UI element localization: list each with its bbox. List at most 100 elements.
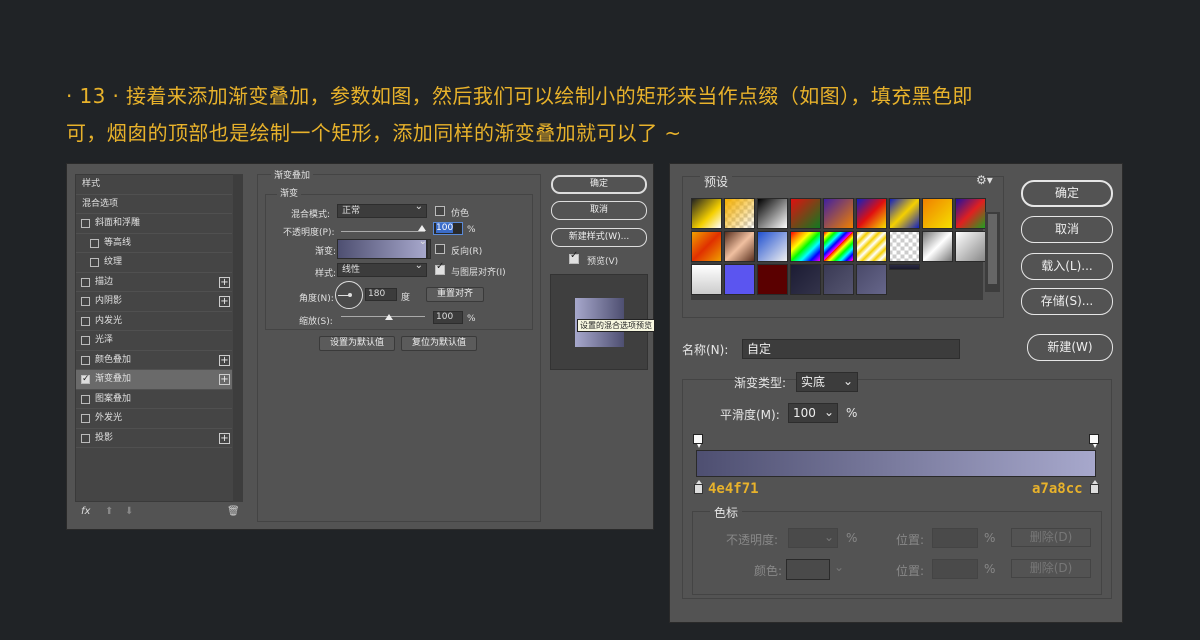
style-item-checkbox[interactable] [90, 258, 99, 267]
reverse-checkbox[interactable] [435, 244, 445, 254]
stop-color-swatch[interactable] [786, 559, 830, 580]
scale-input[interactable]: 100 [433, 311, 463, 324]
preset-swatch[interactable] [790, 198, 821, 229]
scale-slider[interactable] [341, 316, 425, 317]
blend-options-item[interactable]: 混合选项 [76, 195, 232, 214]
style-item[interactable]: 内发光 [76, 312, 232, 331]
smooth-input[interactable]: 100 ⌄ [788, 403, 838, 423]
style-item[interactable]: 内阴影 + [76, 292, 232, 312]
add-effect-icon[interactable]: + [219, 432, 230, 444]
style-item-checkbox[interactable] [81, 433, 90, 443]
style-item[interactable]: 外发光 [76, 409, 232, 429]
style-item[interactable]: 图案叠加 [76, 390, 232, 409]
scale-slider-thumb[interactable] [385, 314, 393, 320]
opacity-stop-left[interactable] [693, 434, 703, 448]
delete-color-stop-button[interactable]: 删除(D) [1011, 559, 1091, 578]
reset-default-button[interactable]: 复位为默认值 [401, 336, 477, 351]
ok-button[interactable]: 确定 [1021, 180, 1113, 207]
name-input[interactable]: 自定 [742, 339, 960, 359]
style-item-checkbox[interactable] [81, 355, 90, 365]
preset-swatch[interactable] [790, 264, 821, 295]
style-item[interactable]: 纹理 [76, 253, 232, 273]
move-down-icon[interactable]: ⬇ [125, 506, 133, 517]
preset-swatch[interactable] [757, 264, 788, 295]
gradient-picker-arrow[interactable] [419, 236, 431, 259]
preset-swatch[interactable] [691, 264, 722, 295]
style-item-checkbox[interactable] [81, 370, 90, 389]
preset-swatch[interactable] [922, 231, 953, 262]
style-item-checkbox[interactable] [81, 414, 90, 423]
preset-swatch[interactable] [889, 198, 920, 229]
style-select[interactable]: 线性 [337, 260, 427, 277]
style-item[interactable]: 渐变叠加 + [76, 370, 232, 390]
trash-icon[interactable]: 🗑 [227, 506, 240, 517]
opacity-input[interactable]: 100 [433, 222, 463, 235]
dither-checkbox[interactable] [435, 206, 445, 216]
load-button[interactable]: 载入(L)... [1021, 253, 1113, 280]
opacity-stop-right[interactable] [1089, 434, 1099, 448]
preset-swatch[interactable] [724, 198, 755, 229]
preset-swatch[interactable] [823, 264, 854, 295]
preset-swatch[interactable] [955, 198, 986, 229]
style-item[interactable]: 等高线 [76, 234, 232, 253]
angle-dial[interactable] [335, 281, 363, 309]
preset-scrollbar[interactable] [985, 212, 1000, 292]
preset-swatch[interactable] [724, 231, 755, 262]
new-style-button[interactable]: 新建样式(W)... [551, 228, 647, 247]
gear-icon[interactable]: ⚙▾ [976, 173, 993, 187]
add-effect-icon[interactable]: + [219, 276, 230, 288]
reset-align-button[interactable]: 重置对齐 [426, 287, 484, 302]
style-item[interactable]: 光泽 [76, 331, 232, 351]
ok-button[interactable]: 确定 [551, 175, 647, 194]
blend-mode-select[interactable]: 正常 [337, 201, 427, 218]
style-item-checkbox[interactable] [81, 316, 90, 326]
preset-swatch[interactable] [691, 231, 722, 262]
preset-swatch[interactable] [823, 231, 854, 262]
type-select[interactable]: 实底 ⌄ [796, 372, 858, 392]
preset-swatch[interactable] [922, 198, 953, 229]
opacity-slider-thumb[interactable] [418, 225, 426, 231]
stop-color-dropdown-icon[interactable]: ⌄ [834, 560, 844, 574]
gradient-swatch[interactable] [337, 239, 427, 259]
preview-checkbox[interactable] [569, 250, 579, 264]
fx-button[interactable]: fx [81, 506, 90, 517]
preset-swatch[interactable] [856, 264, 887, 295]
preset-swatch[interactable] [856, 198, 887, 229]
preset-swatch[interactable] [889, 264, 920, 270]
style-item[interactable]: 斜面和浮雕 [76, 214, 232, 234]
stop-opacity-location-input[interactable] [932, 528, 978, 548]
style-item-checkbox[interactable] [81, 277, 90, 287]
style-item-checkbox[interactable] [81, 394, 90, 404]
style-item[interactable]: 描边 + [76, 273, 232, 292]
align-layer-checkbox[interactable] [435, 261, 445, 275]
color-stop-right[interactable] [1090, 480, 1099, 494]
color-stop-left[interactable] [694, 480, 703, 494]
opacity-slider[interactable] [341, 231, 425, 232]
style-item-checkbox[interactable] [81, 336, 90, 345]
add-effect-icon[interactable]: + [219, 296, 230, 307]
move-up-icon[interactable]: ⬆ [105, 506, 113, 517]
delete-opacity-stop-button[interactable]: 删除(D) [1011, 528, 1091, 547]
add-effect-icon[interactable]: + [219, 354, 230, 366]
preset-swatch[interactable] [889, 231, 920, 262]
gradient-bar[interactable] [696, 450, 1096, 477]
cancel-button[interactable]: 取消 [1021, 216, 1113, 243]
angle-input[interactable]: 180 [365, 288, 397, 301]
preset-swatch[interactable] [955, 231, 986, 262]
save-button[interactable]: 存储(S)... [1021, 288, 1113, 315]
style-item-checkbox[interactable] [81, 297, 90, 306]
preset-swatch[interactable] [757, 231, 788, 262]
stop-color-location-input[interactable] [932, 559, 978, 579]
preset-swatch[interactable] [856, 231, 887, 262]
preset-swatch[interactable] [790, 231, 821, 262]
style-list-title[interactable]: 样式 [76, 175, 232, 195]
style-list-scrollbar[interactable] [233, 174, 243, 502]
style-item[interactable]: 投影 + [76, 429, 232, 448]
set-default-button[interactable]: 设置为默认值 [319, 336, 395, 351]
preset-swatch[interactable] [724, 264, 755, 295]
add-effect-icon[interactable]: + [219, 374, 230, 385]
style-item[interactable]: 颜色叠加 + [76, 351, 232, 370]
style-item-checkbox[interactable] [81, 219, 90, 228]
preset-swatch[interactable] [757, 198, 788, 229]
preset-swatch[interactable] [823, 198, 854, 229]
